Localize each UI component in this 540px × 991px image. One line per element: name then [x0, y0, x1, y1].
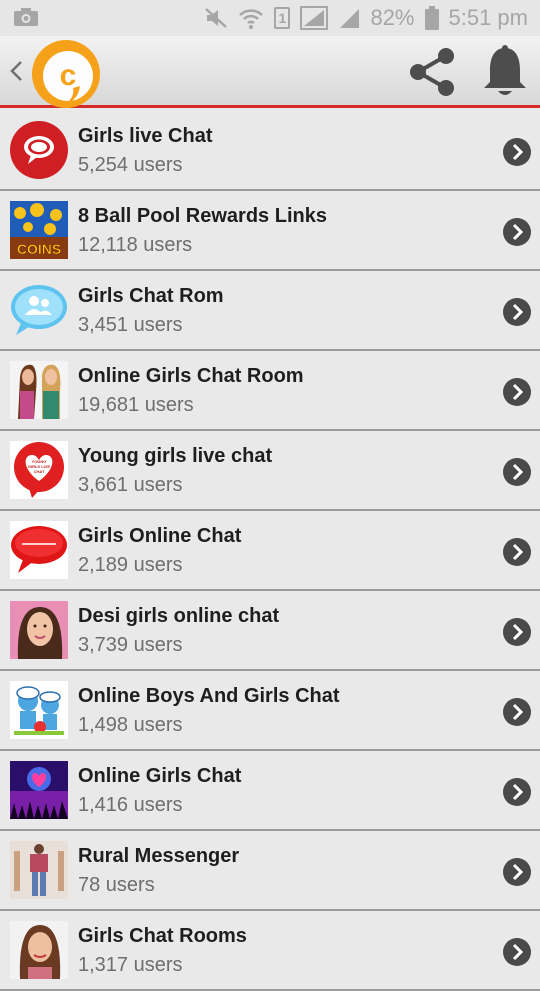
chevron-right-icon[interactable]: [502, 617, 532, 647]
thumbnail-text: COINS: [17, 241, 61, 257]
list-item[interactable]: Girls Online Chat 2,189 users: [0, 511, 540, 591]
list-item[interactable]: Online Girls Chat 1,416 users: [0, 751, 540, 831]
room-name: Online Girls Chat Room: [78, 365, 304, 387]
app-logo[interactable]: c: [30, 38, 102, 110]
room-thumbnail: [10, 281, 68, 339]
room-name: Girls Chat Rom: [78, 285, 224, 307]
room-thumbnail: [10, 361, 68, 419]
room-name: Online Boys And Girls Chat: [78, 685, 340, 707]
room-thumbnail: [10, 761, 68, 819]
list-item[interactable]: YOUNG GIRLS LIVE CHAT Young girls live c…: [0, 431, 540, 511]
room-thumbnail: [10, 921, 68, 979]
room-name: Desi girls online chat: [78, 605, 280, 627]
battery-icon: [424, 6, 439, 30]
list-item[interactable]: Girls Chat Rom 3,451 users: [0, 271, 540, 351]
chevron-right-icon[interactable]: [502, 217, 532, 247]
user-count: 12,118 users: [78, 234, 193, 256]
user-count: 5,254 users: [78, 154, 183, 176]
room-name: Girls Online Chat: [78, 525, 242, 547]
bell-icon[interactable]: [480, 44, 530, 100]
chevron-right-icon[interactable]: [502, 137, 532, 167]
clock: 5:51 pm: [448, 5, 529, 30]
room-name: Online Girls Chat: [78, 765, 242, 787]
svg-text:CHAT: CHAT: [34, 469, 45, 474]
chevron-right-icon[interactable]: [502, 377, 532, 407]
room-name: Young girls live chat: [78, 445, 273, 467]
app-bar: c: [0, 36, 540, 108]
room-thumbnail: [10, 681, 68, 739]
list-item[interactable]: Rural Messenger 78 users: [0, 831, 540, 911]
list-item[interactable]: Online Boys And Girls Chat 1,498 users: [0, 671, 540, 751]
list-item[interactable]: COINS 8 Ball Pool Rewards Links 12,118 u…: [0, 191, 540, 271]
user-count: 1,317 users: [78, 954, 183, 976]
chevron-right-icon[interactable]: [502, 297, 532, 327]
sim-icon: 1: [274, 7, 291, 29]
chevron-right-icon[interactable]: [502, 777, 532, 807]
user-count: 2,189 users: [78, 554, 183, 576]
room-thumbnail: [10, 841, 68, 899]
signal-icon: [340, 9, 360, 28]
battery-percentage: 82%: [370, 5, 415, 30]
room-thumbnail: YOUNG GIRLS LIVE CHAT: [10, 441, 68, 499]
user-count: 3,451 users: [78, 314, 183, 336]
signal-icon: [300, 6, 329, 30]
list-item[interactable]: Girls Chat Rooms 1,317 users: [0, 911, 540, 991]
mute-icon: [205, 8, 228, 28]
chevron-right-icon[interactable]: [502, 457, 532, 487]
list-item[interactable]: Desi girls online chat 3,739 users: [0, 591, 540, 671]
room-thumbnail: COINS: [10, 201, 68, 259]
logo-letter: c: [60, 59, 77, 92]
room-name: Girls Chat Rooms: [78, 925, 247, 947]
user-count: 3,661 users: [78, 474, 183, 496]
room-thumbnail: [10, 601, 68, 659]
status-bar: 1 82% 5:51 pm: [0, 0, 540, 36]
list-item[interactable]: Online Girls Chat Room 19,681 users: [0, 351, 540, 431]
room-thumbnail: [10, 121, 68, 179]
list-item[interactable]: Girls live Chat 5,254 users: [0, 111, 540, 191]
chevron-right-icon[interactable]: [502, 857, 532, 887]
user-count: 78 users: [78, 874, 155, 896]
user-count: 1,498 users: [78, 714, 183, 736]
camera-icon: [14, 8, 38, 26]
room-thumbnail: [10, 521, 68, 579]
share-icon[interactable]: [406, 46, 458, 98]
back-arrow-icon[interactable]: [8, 56, 24, 86]
user-count: 3,739 users: [78, 634, 183, 656]
chat-room-list: Girls live Chat 5,254 users COINS 8 Ball…: [0, 111, 540, 991]
room-name: 8 Ball Pool Rewards Links: [78, 205, 327, 227]
chevron-right-icon[interactable]: [502, 697, 532, 727]
chevron-right-icon[interactable]: [502, 937, 532, 967]
user-count: 19,681 users: [78, 394, 194, 416]
chevron-right-icon[interactable]: [502, 537, 532, 567]
room-name: Rural Messenger: [78, 845, 240, 867]
room-name: Girls live Chat: [78, 125, 213, 147]
wifi-icon: [239, 9, 264, 29]
user-count: 1,416 users: [78, 794, 183, 816]
